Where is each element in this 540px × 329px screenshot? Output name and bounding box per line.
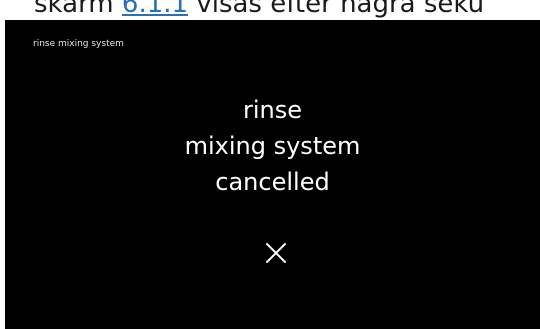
caption-prefix: skärm xyxy=(34,0,122,19)
message-line-3: cancelled xyxy=(215,168,330,196)
status-message: rinse mixing system cancelled xyxy=(5,92,540,200)
caption-suffix: visas efter några seku xyxy=(188,0,485,19)
message-line-2: mixing system xyxy=(184,132,361,160)
device-screen: rinse mixing system rinse mixing system … xyxy=(5,20,540,329)
message-line-1: rinse xyxy=(242,96,302,124)
document-caption: skärm 6.1.1 visas efter några seku xyxy=(0,0,540,19)
page: skärm 6.1.1 visas efter några seku rinse… xyxy=(0,0,540,329)
screen-header-title: rinse mixing system xyxy=(33,39,124,49)
close-x-icon xyxy=(266,243,286,263)
caption-link[interactable]: 6.1.1 xyxy=(122,0,188,19)
